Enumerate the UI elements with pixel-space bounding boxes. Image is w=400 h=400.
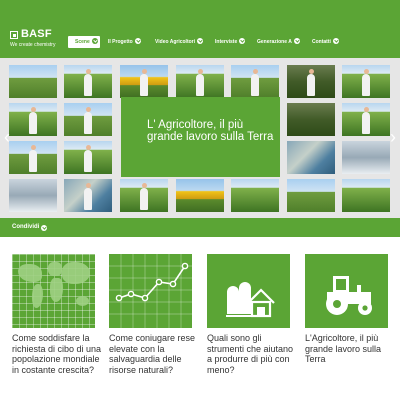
- share-bar: Condividi: [0, 218, 400, 237]
- card-text[interactable]: L'Agricoltore, il più grande lavoro sull…: [305, 333, 395, 365]
- photo-tile[interactable]: [287, 103, 335, 136]
- nav-item-progetto[interactable]: Il Progetto: [108, 36, 141, 48]
- photo-tile[interactable]: [287, 141, 335, 174]
- photo-tile[interactable]: [342, 65, 390, 98]
- photo-tile[interactable]: [231, 65, 279, 98]
- chevron-down-icon: [91, 37, 98, 44]
- chevron-down-icon: [239, 37, 246, 44]
- nav-item-contatti[interactable]: Contatti: [312, 36, 339, 48]
- nav-item-scene[interactable]: Scene: [68, 36, 100, 48]
- photo-tile[interactable]: [176, 65, 224, 98]
- photo-tile[interactable]: [287, 179, 335, 212]
- photo-tile[interactable]: [9, 141, 57, 174]
- logo-mark-icon: [10, 31, 18, 39]
- photo-tile[interactable]: [287, 65, 335, 98]
- main-nav: Scene Il Progetto Video Agricoltori Inte…: [66, 36, 400, 48]
- site-header: BASF We create chemistry Scene Il Proget…: [0, 0, 400, 58]
- featured-panel[interactable]: L' Agricoltore, il più grande lavoro sul…: [121, 97, 280, 177]
- photo-tile[interactable]: [231, 179, 279, 212]
- card-text[interactable]: Quali sono gli strumenti che aiutano a p…: [207, 333, 297, 375]
- photo-tile[interactable]: [342, 141, 390, 174]
- photo-tile[interactable]: [9, 103, 57, 136]
- photo-tile[interactable]: [64, 65, 112, 98]
- chevron-down-icon: [332, 37, 339, 44]
- chevron-down-icon: [134, 37, 141, 44]
- card-tile-chart[interactable]: [109, 254, 192, 328]
- chevron-down-icon: [197, 37, 204, 44]
- photo-tile[interactable]: [120, 179, 168, 212]
- photo-tile[interactable]: [120, 65, 168, 98]
- photo-tile[interactable]: [64, 179, 112, 212]
- prev-arrow-icon[interactable]: ‹: [2, 128, 12, 146]
- card-text[interactable]: Come coniugare rese elevate con la salva…: [109, 333, 199, 375]
- nav-label: Video Agricoltori: [155, 39, 196, 45]
- nav-label: Il Progetto: [108, 39, 133, 45]
- photo-tile[interactable]: [64, 103, 112, 136]
- basf-logo[interactable]: BASF We create chemistry: [10, 28, 70, 51]
- photo-tile[interactable]: [9, 65, 57, 98]
- photo-tile[interactable]: [342, 103, 390, 136]
- line-chart-icon: [109, 254, 192, 328]
- next-arrow-icon[interactable]: ›: [388, 128, 398, 146]
- chevron-down-icon[interactable]: [41, 225, 47, 231]
- card-tile-world[interactable]: [12, 254, 95, 328]
- photo-tile[interactable]: [64, 141, 112, 174]
- farm-silo-icon: [226, 282, 275, 318]
- nav-item-generazione-a[interactable]: Generazione A: [257, 36, 300, 48]
- card-text[interactable]: Come soddisfare la richiesta di cibo di …: [12, 333, 102, 375]
- nav-label: Contatti: [312, 39, 331, 45]
- nav-item-interviste[interactable]: Interviste: [215, 36, 246, 48]
- tractor-icon: [326, 276, 372, 315]
- brand-name: BASF: [21, 28, 52, 40]
- brand-tagline: We create chemistry: [10, 42, 56, 48]
- card-tile-farm[interactable]: [207, 254, 290, 328]
- world-map-icon: [12, 254, 95, 328]
- nav-label: Scene: [75, 39, 90, 45]
- share-label[interactable]: Condividi: [12, 224, 39, 230]
- nav-label: Interviste: [215, 39, 238, 45]
- card-grid: Come soddisfare la richiesta di cibo di …: [0, 254, 400, 394]
- photo-tile[interactable]: [342, 179, 390, 212]
- photo-tile[interactable]: [176, 179, 224, 212]
- chevron-down-icon: [293, 37, 300, 44]
- card-tile-tractor[interactable]: [305, 254, 388, 328]
- featured-title: L' Agricoltore, il più grande lavoro sul…: [147, 119, 274, 143]
- nav-item-video-agricoltori[interactable]: Video Agricoltori: [155, 36, 204, 48]
- nav-label: Generazione A: [257, 39, 292, 45]
- photo-tile[interactable]: [9, 179, 57, 212]
